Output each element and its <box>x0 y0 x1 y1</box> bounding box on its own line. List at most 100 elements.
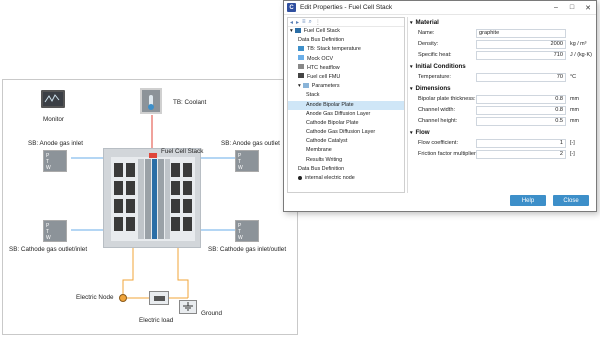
section-header[interactable]: ▾ Dimensions <box>410 83 594 94</box>
tree-item[interactable]: ▾ Fuel Cell Stack <box>288 27 404 36</box>
properties-panel: ▾ Material Name: graphite Density: 2000 kg / m… <box>410 17 594 193</box>
tree-item[interactable]: Data Bus Definition <box>288 165 404 174</box>
chevron-down-icon[interactable]: ▾ <box>410 86 413 92</box>
section-title: Initial Conditions <box>415 63 466 70</box>
chevron-down-icon[interactable]: ▾ <box>290 28 293 34</box>
tree-item-label: Anode Bipolar Plate <box>306 101 354 108</box>
port-letters: PTW <box>46 153 51 171</box>
tree-item[interactable]: HTC heatflow <box>288 64 404 73</box>
section-header[interactable]: ▾ Initial Conditions <box>410 61 594 72</box>
tree-list: ▾ Fuel Cell Stack Data Bus Definition TB: S… <box>288 27 404 183</box>
anode-outlet-label: SB: Anode gas outlet <box>221 140 280 147</box>
property-value-field[interactable]: 2000 <box>476 40 566 49</box>
tree-item[interactable]: Mock OCV <box>288 55 404 64</box>
edit-properties-dialog: C Edit Properties - Fuel Cell Stack – □ … <box>283 0 597 212</box>
tree-item[interactable]: Membrane <box>288 146 404 155</box>
tree-item-label: Mock OCV <box>307 55 334 62</box>
minimize-icon[interactable]: – <box>548 4 564 11</box>
property-label: Density: <box>418 41 439 47</box>
forward-icon[interactable]: ▸ <box>296 19 299 26</box>
cathode-outlet-inlet-label: SB: Cathode gas outlet/inlet <box>9 246 88 253</box>
property-value-field[interactable]: 710 <box>476 51 566 60</box>
expand-icon[interactable]: ≡ <box>302 19 306 25</box>
tree-item[interactable]: Results Writing <box>288 156 404 165</box>
coolant-block[interactable] <box>140 88 162 114</box>
property-unit: J / (kg·K) <box>570 52 592 58</box>
search-icon[interactable]: ⌕ <box>309 19 312 26</box>
property-row: Name: graphite <box>410 28 594 39</box>
monitor-block[interactable] <box>41 90 65 108</box>
port-letters: PTW <box>46 223 51 241</box>
port-letters: PTW <box>238 153 243 171</box>
tree-item-label: internal electric node <box>305 175 355 181</box>
property-row: Bipolar plate thickness: 0.8 mm <box>410 94 594 105</box>
property-value-field[interactable]: graphite <box>476 29 566 38</box>
help-button[interactable]: Help <box>510 195 546 206</box>
tree-item[interactable]: Cathode Gas Diffusion Layer <box>288 128 404 137</box>
property-value-field[interactable]: 0.8 <box>476 106 566 115</box>
property-label: Flow coefficient: <box>418 140 459 146</box>
tree-item-label: TB: Stack temperature <box>307 46 361 53</box>
property-value-field[interactable]: 2 <box>476 150 566 159</box>
fuel-cell-stack-block[interactable] <box>103 148 201 248</box>
tree-item[interactable]: internal electric node <box>288 174 404 183</box>
chevron-down-icon[interactable]: ▾ <box>410 20 413 26</box>
property-label: Specific heat: <box>418 52 452 58</box>
tb-icon <box>298 45 304 51</box>
ground-block[interactable] <box>179 300 197 314</box>
electric-node-icon[interactable] <box>119 294 127 302</box>
tree-item-label: Data Bus Definition <box>298 37 345 44</box>
tree-item[interactable]: Data Bus Definition <box>288 36 404 45</box>
model-diagram-canvas[interactable]: Monitor TB: Coolant Fuel Cell Stack SB: … <box>2 79 298 335</box>
property-row: Flow coefficient: 1 [-] <box>410 138 594 149</box>
monitor-label: Monitor <box>43 116 64 123</box>
section-header[interactable]: ▾ Flow <box>410 127 594 138</box>
tree-item-label: HTC heatflow <box>307 64 340 71</box>
electric-node-label: Electric Node <box>76 294 114 301</box>
close-icon[interactable]: ✕ <box>580 4 596 12</box>
tree-item[interactable]: Anode Bipolar Plate <box>288 100 404 110</box>
tree-item[interactable]: Stack <box>288 91 404 100</box>
chevron-down-icon[interactable]: ▾ <box>298 83 301 89</box>
property-unit: kg / m³ <box>570 41 587 47</box>
property-row: Friction factor multiplier: 2 [-] <box>410 149 594 160</box>
filter-icon[interactable]: ⋮ <box>315 19 321 26</box>
dialog-titlebar[interactable]: C Edit Properties - Fuel Cell Stack – □ … <box>284 1 596 15</box>
tree-item[interactable]: Fuel cell FMU <box>288 73 404 82</box>
cathode-outlet-inlet-boundary[interactable]: PTW <box>43 220 67 242</box>
ground-label: Ground <box>201 310 223 317</box>
anode-inlet-boundary[interactable]: PTW <box>43 150 67 172</box>
close-button[interactable]: Close <box>553 195 589 206</box>
resistor-icon <box>154 296 165 301</box>
tree-item[interactable]: Cathode Catalyst <box>288 137 404 146</box>
anode-inlet-label: SB: Anode gas inlet <box>28 140 83 147</box>
property-unit: °C <box>570 74 577 80</box>
ocv-icon <box>298 55 304 61</box>
tree-item[interactable]: TB: Stack temperature <box>288 45 404 54</box>
tree-item[interactable]: ▾ Parameters <box>288 82 404 91</box>
stack-plates-graphic <box>114 153 192 239</box>
section-header[interactable]: ▾ Material <box>410 17 594 28</box>
stack-icon <box>294 27 301 33</box>
back-icon[interactable]: ◂ <box>290 19 293 26</box>
cathode-inlet-outlet-boundary[interactable]: PTW <box>235 220 259 242</box>
pane-splitter[interactable] <box>407 17 408 193</box>
tree-item-label: Parameters <box>311 83 340 90</box>
anode-outlet-boundary[interactable]: PTW <box>235 150 259 172</box>
property-value-field[interactable]: 1 <box>476 139 566 148</box>
dialog-button-bar: Help Close <box>284 194 596 212</box>
chevron-down-icon[interactable]: ▾ <box>410 130 413 136</box>
coolant-drop-icon <box>148 104 154 110</box>
property-row: Channel width: 0.8 mm <box>410 105 594 116</box>
property-value-field[interactable]: 0.8 <box>476 95 566 104</box>
chevron-down-icon[interactable]: ▾ <box>410 64 413 70</box>
property-value-field[interactable]: 70 <box>476 73 566 82</box>
tree-toolbar: ◂ ▸ ≡ ⌕ ⋮ <box>288 18 404 27</box>
property-value-field[interactable]: 0.5 <box>476 117 566 126</box>
electric-load-block[interactable] <box>149 291 169 305</box>
tree-item[interactable]: Anode Gas Diffusion Layer <box>288 110 404 119</box>
tree-item-label: Results Writing <box>306 156 343 163</box>
maximize-icon[interactable]: □ <box>564 4 580 11</box>
property-unit: mm <box>570 118 579 124</box>
tree-item[interactable]: Cathode Bipolar Plate <box>288 119 404 128</box>
